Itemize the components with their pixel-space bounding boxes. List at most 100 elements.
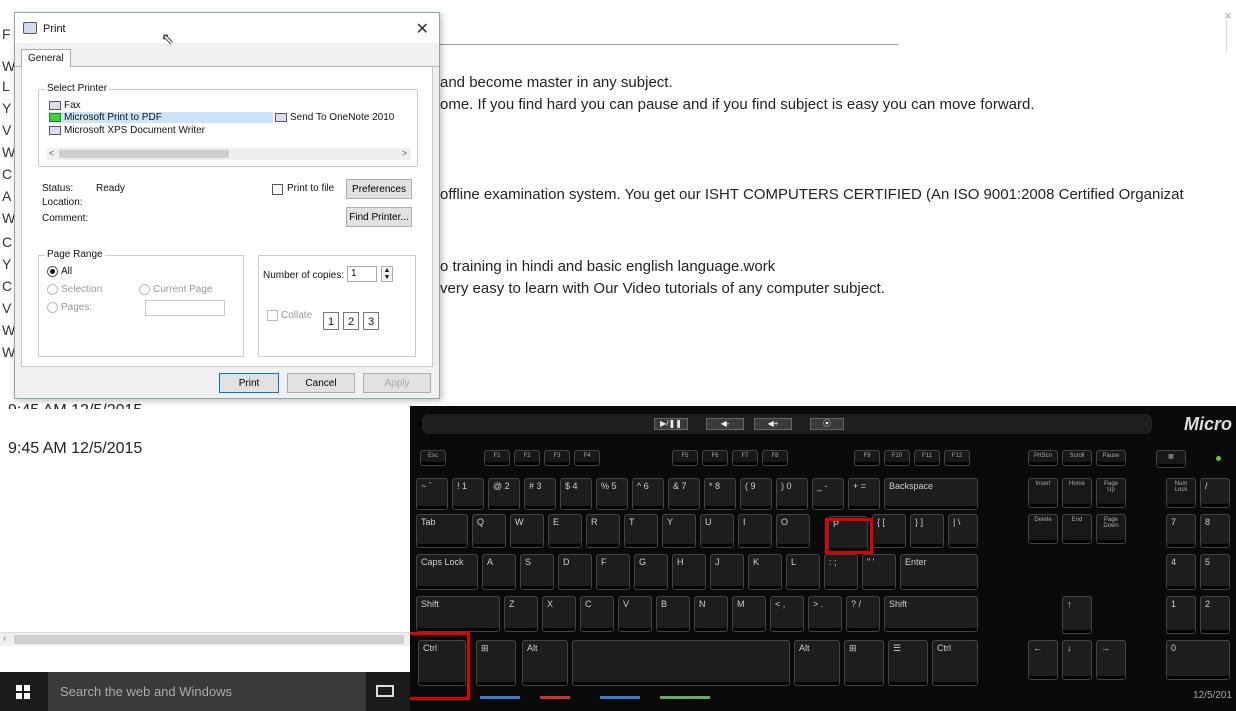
key-f12: F12 [944, 450, 970, 466]
key-right-alt: Alt [794, 640, 840, 686]
document-rule [440, 44, 898, 45]
printer-icon [23, 22, 37, 34]
key-backslash: | \ [948, 514, 978, 548]
scroll-right-icon[interactable]: > [402, 148, 407, 158]
dialog-title: Print [43, 23, 66, 35]
printer-fax[interactable]: Fax [49, 100, 81, 111]
print-button[interactable]: Print [219, 373, 279, 393]
key-calculator: ▦ [1156, 450, 1186, 468]
copies-group: Number of copies: 1 ▲ ▼ Collate 123 [258, 255, 416, 357]
key-page-up: Page Up [1096, 478, 1126, 508]
page-range-group: Page Range All Selection Current Page Pa… [38, 249, 244, 357]
key-f2: F2 [514, 450, 540, 466]
range-all-radio[interactable] [47, 266, 58, 277]
key-semicolon: : ; [824, 554, 858, 590]
print-to-file-checkbox[interactable] [272, 184, 283, 195]
number-of-copies-label: Number of copies: [263, 270, 345, 281]
key-9: ( 9 [740, 478, 772, 510]
find-printer-button[interactable]: Find Printer... [346, 207, 412, 227]
key-close-bracket: } ] [910, 514, 944, 548]
key-t: T [624, 514, 658, 548]
key-pause: Pause [1096, 450, 1126, 466]
key-equals: + = [848, 478, 880, 510]
arrow-down-icon: ↓ [1067, 643, 1072, 653]
printer-list-scrollbar[interactable]: < > [47, 148, 411, 160]
task-view-icon[interactable] [376, 685, 394, 697]
key-f10: F10 [884, 450, 910, 466]
margin-char: V [2, 300, 12, 316]
key-num-4: 4 [1166, 554, 1196, 590]
copies-input[interactable]: 1 [347, 266, 377, 282]
key-f: F [596, 554, 630, 590]
document-line: offline examination system. You get our … [440, 186, 1184, 203]
windows-start-icon[interactable] [16, 685, 30, 699]
taskbar-search-input[interactable]: Search the web and Windows [48, 672, 366, 711]
key-c: C [580, 596, 614, 632]
key-enter: Enter [900, 554, 978, 590]
key-arrow-left: ← [1028, 640, 1058, 680]
preferences-button[interactable]: Preferences [346, 179, 412, 199]
collate-illustration: 123 [323, 312, 383, 330]
key-u: U [700, 514, 734, 548]
pages-input[interactable] [145, 300, 225, 316]
apply-button[interactable]: Apply [363, 373, 431, 393]
key-r: R [586, 514, 620, 548]
tab-general[interactable]: General [21, 49, 71, 67]
range-pages-label: Pages: [61, 302, 93, 313]
key-menu: ☰ [888, 640, 928, 686]
key-0: ) 0 [776, 478, 808, 510]
margin-char: L [2, 78, 10, 94]
printer-xps-writer[interactable]: Microsoft XPS Document Writer [49, 125, 205, 136]
key-num-5: 5 [1200, 554, 1230, 590]
margin-char: C [2, 234, 13, 250]
key-arrow-down: ↓ [1062, 640, 1092, 680]
key-num-1: 1 [1166, 596, 1196, 634]
document-line: very easy to learn with Our Video tutori… [440, 280, 885, 297]
key-right-ctrl: Ctrl [932, 640, 978, 686]
key-o: O [776, 514, 810, 548]
key-h: H [672, 554, 706, 590]
document-scrollbar[interactable]: ‹ [0, 632, 440, 646]
mute-key: ⦿ [810, 418, 844, 430]
key-space [572, 640, 790, 686]
scroll-thumb[interactable] [59, 150, 229, 158]
key-left-alt: Alt [522, 640, 568, 686]
cancel-button[interactable]: Cancel [287, 373, 355, 393]
key-y: Y [662, 514, 696, 548]
printer-icon [275, 113, 287, 122]
range-current-page-label: Current Page [153, 284, 213, 295]
key-7: & 7 [668, 478, 700, 510]
printer-icon [49, 113, 61, 122]
close-icon[interactable]: ✕ [416, 19, 429, 39]
key-delete: Delete [1028, 514, 1058, 544]
copies-stepper[interactable]: ▲ ▼ [381, 266, 393, 282]
key-minus: _ - [812, 478, 844, 510]
key-num-lock: Num Lock [1166, 478, 1196, 508]
key-scroll-lock: Scroll [1062, 450, 1092, 466]
timestamp: 9:45 AM 12/5/2015 [8, 440, 143, 457]
scroll-left-icon[interactable]: < [49, 148, 54, 158]
select-printer-label: Select Printer [45, 83, 110, 94]
printer-microsoft-print-to-pdf[interactable]: Microsoft Print to PDF [49, 112, 273, 123]
key-num-2: 2 [1200, 596, 1230, 634]
scroll-left-icon[interactable]: ‹ [3, 633, 6, 644]
timestamp: 9:45 AM 12/5/2015 [8, 399, 142, 409]
volume-down-key: ◀- [706, 418, 744, 430]
dialog-titlebar[interactable]: Print ✕ [15, 13, 439, 43]
key-f9: F9 [854, 450, 880, 466]
printer-onenote[interactable]: Send To OneNote 2010 [275, 112, 394, 123]
status-led [1216, 456, 1221, 461]
key-tilde: ~ ` [416, 478, 448, 510]
range-current-page-radio[interactable] [139, 284, 150, 295]
key-period: > . [808, 596, 842, 632]
key-f11: F11 [914, 450, 940, 466]
range-pages-radio[interactable] [47, 302, 58, 313]
select-printer-group: Select Printer Fax Microsoft Print to PD… [38, 83, 418, 167]
key-z: Z [504, 596, 538, 632]
print-dialog: Print ✕ ⇖ General Select Printer Fax Mic… [14, 12, 440, 399]
collate-checkbox[interactable] [267, 310, 278, 321]
scroll-thumb[interactable] [14, 635, 404, 644]
range-selection-radio[interactable] [47, 284, 58, 295]
windows-logo-icon: ⊞ [481, 643, 489, 653]
key-f3: F3 [544, 450, 570, 466]
